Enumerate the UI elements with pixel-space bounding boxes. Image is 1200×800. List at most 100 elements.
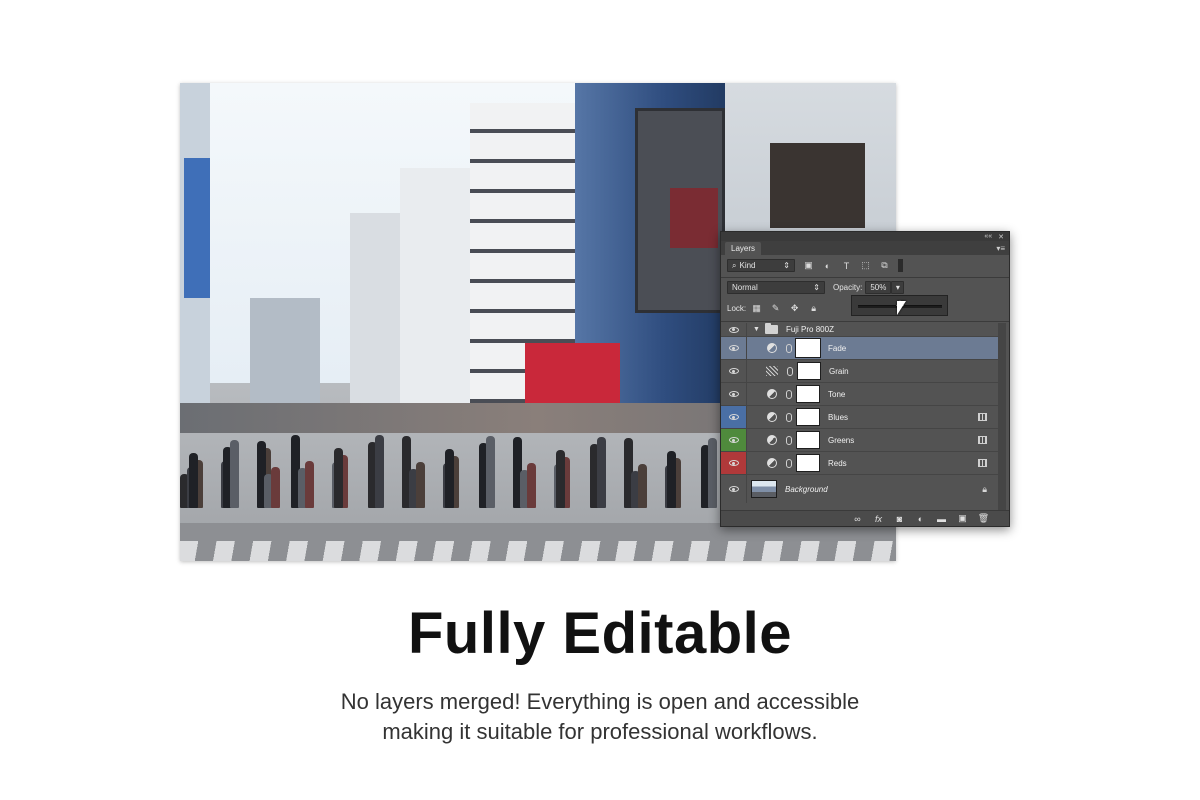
layer-name: Fade	[828, 343, 847, 353]
visibility-toggle[interactable]	[721, 360, 747, 382]
red-screen-street	[525, 343, 620, 403]
layer-background[interactable]: Background 🔒︎	[721, 475, 999, 503]
adjustment-layer-icon	[767, 343, 777, 353]
trash-icon[interactable]: 🗑︎	[978, 513, 989, 524]
chain-link-icon[interactable]	[786, 458, 792, 468]
search-icon: ⌕	[732, 260, 737, 270]
headline: Fully Editable	[407, 601, 793, 666]
pedestrian	[416, 462, 425, 508]
visibility-toggle[interactable]	[721, 406, 747, 428]
layer-name: Blues	[828, 412, 849, 422]
pedestrian	[189, 453, 198, 508]
layer-mask-thumbnail[interactable]	[796, 408, 820, 426]
crosswalk	[180, 541, 896, 561]
layer-mask-thumbnail[interactable]	[796, 431, 820, 449]
chain-link-icon[interactable]	[786, 343, 792, 353]
layer-grain[interactable]: Grain	[721, 360, 999, 383]
panel-tabbar: Layers ▾≡	[721, 241, 1009, 255]
layer-group[interactable]: ▼ Fuji Pro 800Z	[721, 323, 999, 337]
layers-scrollbar[interactable]	[998, 323, 1006, 510]
pattern-fill-icon	[766, 366, 778, 376]
layer-greens[interactable]: Greens	[721, 429, 999, 452]
layer-mask-thumbnail[interactable]	[796, 454, 820, 472]
panel-menu-icon[interactable]: ▾≡	[996, 244, 1005, 255]
mask-icon[interactable]: ◙	[894, 514, 905, 524]
visibility-toggle[interactable]	[721, 323, 747, 336]
pedestrian	[375, 435, 384, 508]
pixel-filter-icon[interactable]: ▣	[803, 260, 814, 271]
subline: No layers merged! Everything is open and…	[0, 687, 1200, 747]
new-layer-icon[interactable]: ▣	[957, 513, 968, 524]
visibility-toggle[interactable]	[721, 452, 747, 474]
adjustment-layer-icon	[767, 458, 777, 468]
folder-icon[interactable]: ▬	[936, 514, 947, 524]
adjustment-layer-icon	[767, 412, 777, 422]
adjustment-icon[interactable]: ◐	[915, 514, 926, 524]
layer-mask-thumbnail[interactable]	[796, 385, 820, 403]
close-icon[interactable]: ✕	[998, 233, 1004, 241]
pedestrian	[667, 451, 676, 508]
chain-link-icon[interactable]	[787, 366, 793, 376]
type-filter-icon[interactable]: T	[841, 260, 852, 271]
layer-blues[interactable]: Blues	[721, 406, 999, 429]
filter-kind-select[interactable]: ⌕ Kind ⇕	[727, 259, 795, 272]
folder-icon	[764, 323, 778, 334]
visibility-toggle[interactable]	[721, 475, 747, 503]
billboard-right	[770, 143, 865, 228]
visibility-toggle[interactable]	[721, 429, 747, 451]
collapse-icon[interactable]: ««	[984, 233, 992, 240]
pedestrian	[445, 449, 454, 508]
background-thumbnail	[751, 480, 777, 498]
filter-row: ⌕ Kind ⇕ ▣ ◐ T ⬚ ⧉	[727, 259, 1007, 272]
adjustment-filter-icon[interactable]: ◐	[822, 260, 833, 271]
layer-mask-thumbnail[interactable]	[795, 338, 821, 358]
shape-filter-icon[interactable]: ⬚	[860, 260, 871, 271]
chain-link-icon[interactable]	[786, 435, 792, 445]
opacity-label: Opacity:	[833, 283, 863, 292]
disclosure-triangle-icon[interactable]: ▼	[753, 326, 760, 333]
blend-mode-value: Normal	[732, 283, 758, 292]
building-sign-left	[184, 158, 210, 298]
pedestrian	[527, 463, 536, 508]
eye-icon	[728, 437, 739, 443]
eye-icon	[728, 460, 739, 466]
chain-link-icon[interactable]	[786, 412, 792, 422]
layer-mask-thumbnail[interactable]	[797, 362, 821, 380]
lock-move-icon[interactable]: ✥	[789, 303, 800, 314]
tab-layers[interactable]: Layers	[725, 242, 762, 255]
fx-icon[interactable]: fx	[873, 514, 884, 524]
adjustment-layer-icon	[767, 435, 777, 445]
pedestrian	[708, 438, 717, 508]
layer-reds[interactable]: Reds	[721, 452, 999, 475]
pedestrian	[597, 437, 606, 508]
opacity-dropdown-icon[interactable]: ▾	[891, 281, 905, 294]
adjustment-layer-icon	[767, 389, 777, 399]
chain-link-icon[interactable]	[786, 389, 792, 399]
lock-all-icon[interactable]: 🔒︎	[808, 303, 819, 314]
layer-name: Tone	[828, 389, 846, 399]
opacity-input[interactable]: 50%	[865, 281, 892, 294]
group-name: Fuji Pro 800Z	[785, 325, 834, 334]
blend-row: Normal ⇕ Opacity: 50% ▾	[727, 281, 1007, 294]
visibility-toggle[interactable]	[721, 337, 747, 359]
layer-fade[interactable]: Fade	[721, 337, 999, 360]
filter-toggle-icon[interactable]	[898, 259, 903, 272]
clipping-badge-icon	[978, 413, 987, 421]
lock-label: Lock:	[727, 304, 747, 313]
pedestrian	[230, 440, 239, 508]
lock-transparency-icon[interactable]: ▦	[751, 303, 762, 314]
layer-tone[interactable]: Tone	[721, 383, 999, 406]
clipping-badge-icon	[978, 436, 987, 444]
chevron-updown-icon: ⇕	[783, 261, 790, 270]
layer-name: Reds	[828, 458, 847, 468]
visibility-toggle[interactable]	[721, 383, 747, 405]
link-icon[interactable]: ∞	[852, 514, 863, 524]
eye-icon	[728, 326, 739, 333]
smart-object-filter-icon[interactable]: ⧉	[879, 260, 890, 271]
lock-icon: 🔒︎	[982, 483, 987, 494]
chevron-updown-icon: ⇕	[813, 283, 820, 292]
blend-mode-select[interactable]: Normal ⇕	[727, 281, 825, 294]
billboard-red-screen	[670, 188, 718, 248]
layers-list: ▼ Fuji Pro 800Z Fade Grain Tone Blues Greens…	[721, 323, 999, 503]
lock-brush-icon[interactable]: ✎	[770, 303, 781, 314]
